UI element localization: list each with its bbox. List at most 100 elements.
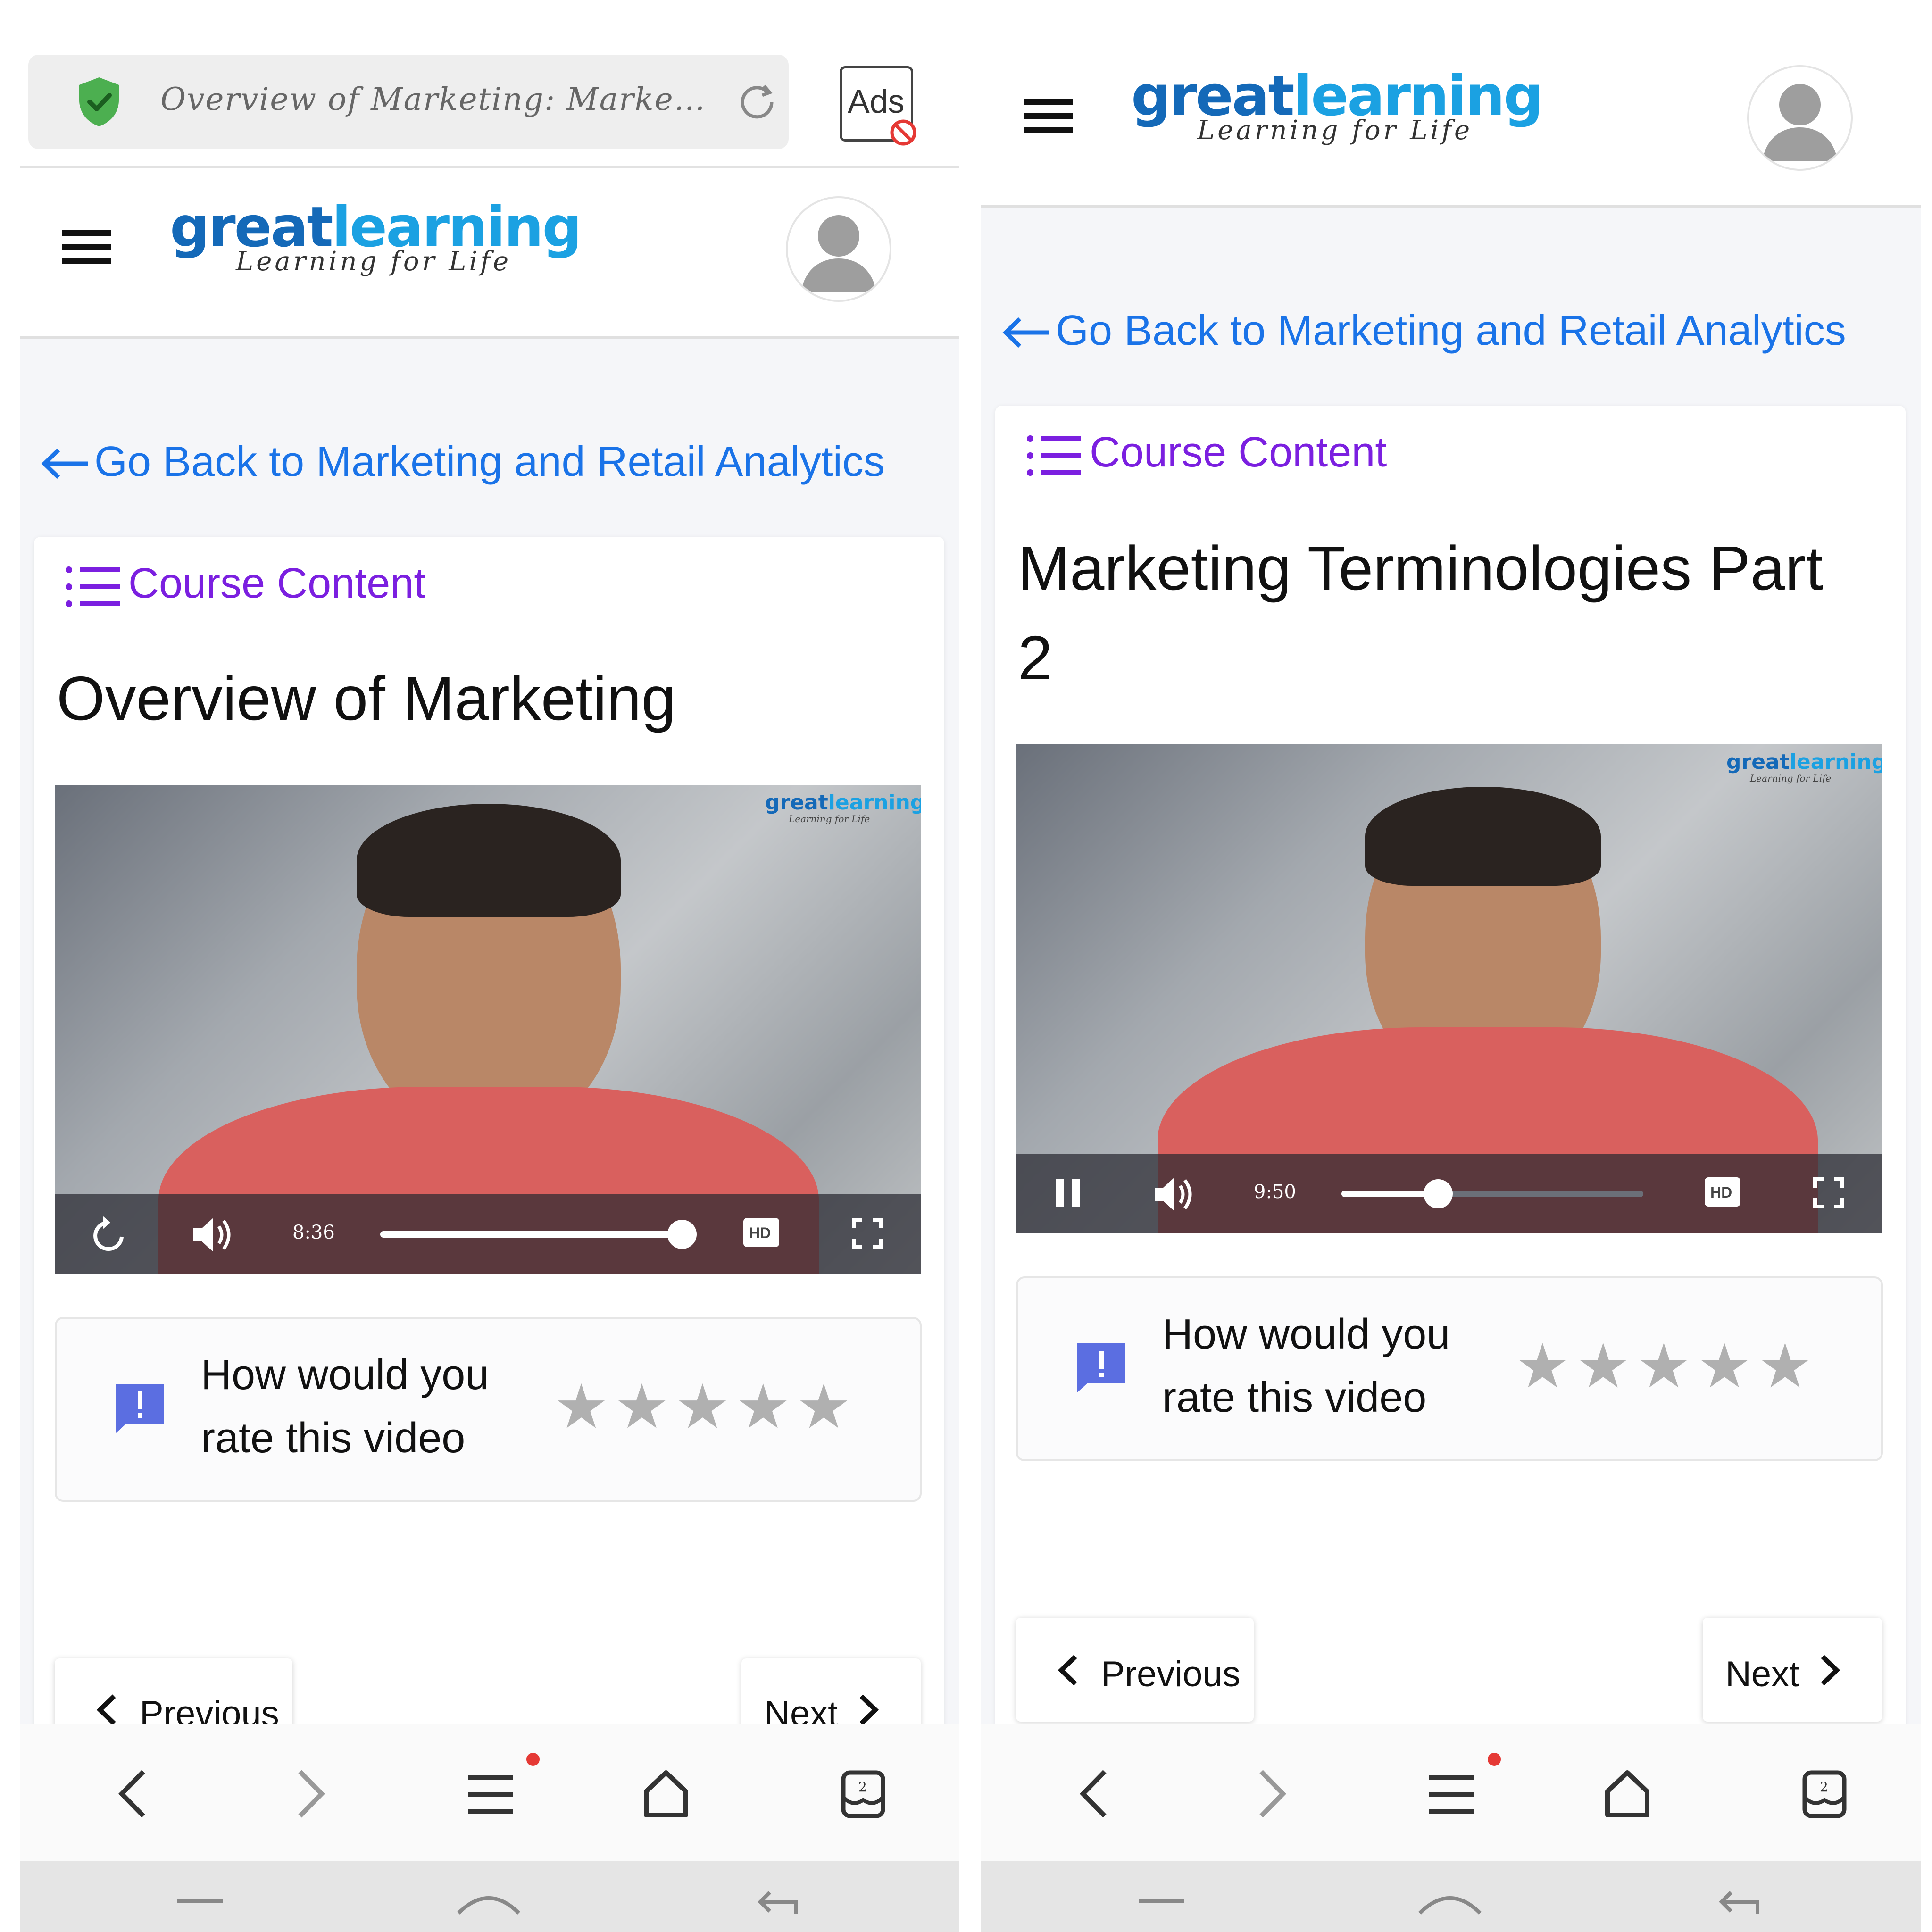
tabs-icon[interactable]: 2 xyxy=(1802,1770,1847,1819)
chevron-right-icon xyxy=(858,1693,879,1726)
video-progress-knob[interactable] xyxy=(1423,1179,1453,1208)
browser-forward-icon[interactable] xyxy=(291,1768,329,1820)
star-icon[interactable]: ★ xyxy=(1636,1330,1691,1402)
tabs-count: 2 xyxy=(1820,1779,1828,1795)
address-text[interactable]: Overview of Marketing: Marketing an... xyxy=(160,81,708,117)
browser-toolbar: 2 xyxy=(981,1724,1921,1861)
video-time: 8:36 xyxy=(292,1222,335,1243)
rating-stars[interactable]: ★★★★★ xyxy=(1515,1330,1818,1402)
fullscreen-icon[interactable] xyxy=(852,1218,883,1249)
recent-apps-icon[interactable] xyxy=(177,1899,223,1903)
star-icon[interactable]: ★ xyxy=(1576,1330,1631,1402)
browser-forward-icon[interactable] xyxy=(1253,1768,1291,1820)
left-screenshot: Overview of Marketing: Marketing an... A… xyxy=(20,0,959,1932)
feedback-icon xyxy=(112,1380,168,1435)
rating-question: How would you rate this video xyxy=(201,1351,489,1462)
video-controls: 9:50 HD xyxy=(1016,1154,1882,1233)
video-player[interactable]: greatlearning Learning for Life 8:36 HD xyxy=(55,785,921,1274)
browser-toolbar: 2 xyxy=(20,1724,959,1861)
rating-stars[interactable]: ★★★★★ xyxy=(554,1371,857,1442)
menu-icon[interactable] xyxy=(1429,1774,1474,1816)
previous-button[interactable]: Previous xyxy=(1016,1618,1254,1722)
logo-tagline: Learning for Life xyxy=(1197,115,1473,146)
back-link-label: Go Back to Marketing and Retail Analytic… xyxy=(94,438,885,485)
star-icon[interactable]: ★ xyxy=(1757,1330,1813,1402)
ads-block-icon xyxy=(889,118,917,147)
system-back-icon[interactable] xyxy=(754,1888,801,1916)
home-icon[interactable] xyxy=(641,1769,691,1818)
video-watermark-tagline: Learning for Life xyxy=(1750,773,1832,784)
address-bar[interactable]: Overview of Marketing: Marketing an... xyxy=(28,55,789,149)
volume-icon[interactable] xyxy=(192,1215,235,1255)
system-nav-bar xyxy=(20,1861,959,1932)
menu-icon[interactable] xyxy=(468,1774,513,1816)
video-time: 9:50 xyxy=(1254,1181,1296,1203)
volume-icon[interactable] xyxy=(1153,1174,1196,1214)
pause-icon[interactable] xyxy=(1054,1177,1082,1208)
ads-label: Ads xyxy=(848,83,905,120)
feedback-icon xyxy=(1074,1340,1129,1394)
browser-back-icon[interactable] xyxy=(1075,1768,1113,1820)
next-label: Next xyxy=(1725,1654,1799,1694)
recent-apps-icon[interactable] xyxy=(1139,1899,1184,1903)
rating-box: How would you rate this video ★★★★★ xyxy=(1016,1276,1883,1461)
chevron-left-icon xyxy=(1058,1654,1078,1687)
star-icon[interactable]: ★ xyxy=(615,1371,670,1442)
next-button[interactable]: Next xyxy=(1703,1618,1882,1722)
chevron-left-icon xyxy=(96,1693,117,1726)
home-gesture-icon[interactable] xyxy=(456,1888,522,1916)
course-content-label: Course Content xyxy=(128,560,426,607)
arrow-left-icon xyxy=(1002,316,1051,349)
video-player[interactable]: greatlearning Learning for Life 9:50 HD xyxy=(1016,744,1882,1233)
system-back-icon[interactable] xyxy=(1715,1888,1762,1916)
star-icon[interactable]: ★ xyxy=(554,1371,609,1442)
home-icon[interactable] xyxy=(1603,1769,1652,1818)
system-nav-bar xyxy=(981,1861,1921,1932)
fullscreen-icon[interactable] xyxy=(1813,1177,1844,1208)
avatar-icon[interactable] xyxy=(786,196,891,302)
avatar-icon[interactable] xyxy=(1747,65,1853,171)
divider xyxy=(20,166,959,168)
star-icon[interactable]: ★ xyxy=(736,1371,791,1442)
course-content-label: Course Content xyxy=(1090,429,1387,476)
previous-label: Previous xyxy=(1101,1654,1241,1694)
rating-box: How would you rate this video ★★★★★ xyxy=(55,1317,922,1502)
hamburger-icon[interactable] xyxy=(1024,99,1073,133)
video-watermark: greatlearning xyxy=(1726,750,1882,774)
list-icon xyxy=(1026,435,1082,476)
arrow-left-icon xyxy=(41,447,90,480)
chevron-right-icon xyxy=(1820,1654,1840,1687)
notification-dot xyxy=(526,1753,540,1766)
video-watermark: greatlearning xyxy=(765,791,921,815)
star-icon[interactable]: ★ xyxy=(1515,1330,1570,1402)
rating-question: How would you rate this video xyxy=(1162,1311,1450,1421)
right-screenshot: greatlearning Learning for Life Go Back … xyxy=(981,0,1921,1932)
tabs-count: 2 xyxy=(858,1779,867,1795)
star-icon[interactable]: ★ xyxy=(675,1371,730,1442)
video-progress-fill xyxy=(380,1231,682,1238)
video-frame-hair xyxy=(357,804,621,917)
page-title: Overview of Marketing xyxy=(57,664,676,733)
ads-block-button[interactable]: Ads xyxy=(840,66,916,146)
hamburger-icon[interactable] xyxy=(62,230,111,264)
browser-back-icon[interactable] xyxy=(114,1768,152,1820)
shield-check-icon xyxy=(75,75,123,128)
video-progress-knob[interactable] xyxy=(667,1220,697,1249)
reload-icon[interactable] xyxy=(736,81,778,124)
video-progress-track[interactable] xyxy=(1341,1179,1643,1208)
star-icon[interactable]: ★ xyxy=(796,1371,851,1442)
notification-dot xyxy=(1488,1753,1501,1766)
hd-icon[interactable]: HD xyxy=(743,1218,779,1247)
video-watermark-tagline: Learning for Life xyxy=(789,813,870,824)
star-icon[interactable]: ★ xyxy=(1697,1330,1752,1402)
video-progress-track[interactable] xyxy=(380,1220,697,1249)
video-frame-hair xyxy=(1365,787,1601,886)
replay-icon[interactable] xyxy=(89,1214,129,1255)
hd-icon[interactable]: HD xyxy=(1705,1177,1740,1207)
home-gesture-icon[interactable] xyxy=(1417,1888,1483,1916)
list-icon xyxy=(65,566,121,608)
back-link-label: Go Back to Marketing and Retail Analytic… xyxy=(1056,307,1846,354)
tabs-icon[interactable]: 2 xyxy=(841,1770,886,1819)
logo-tagline: Learning for Life xyxy=(236,246,512,277)
video-controls: 8:36 HD xyxy=(55,1194,921,1274)
